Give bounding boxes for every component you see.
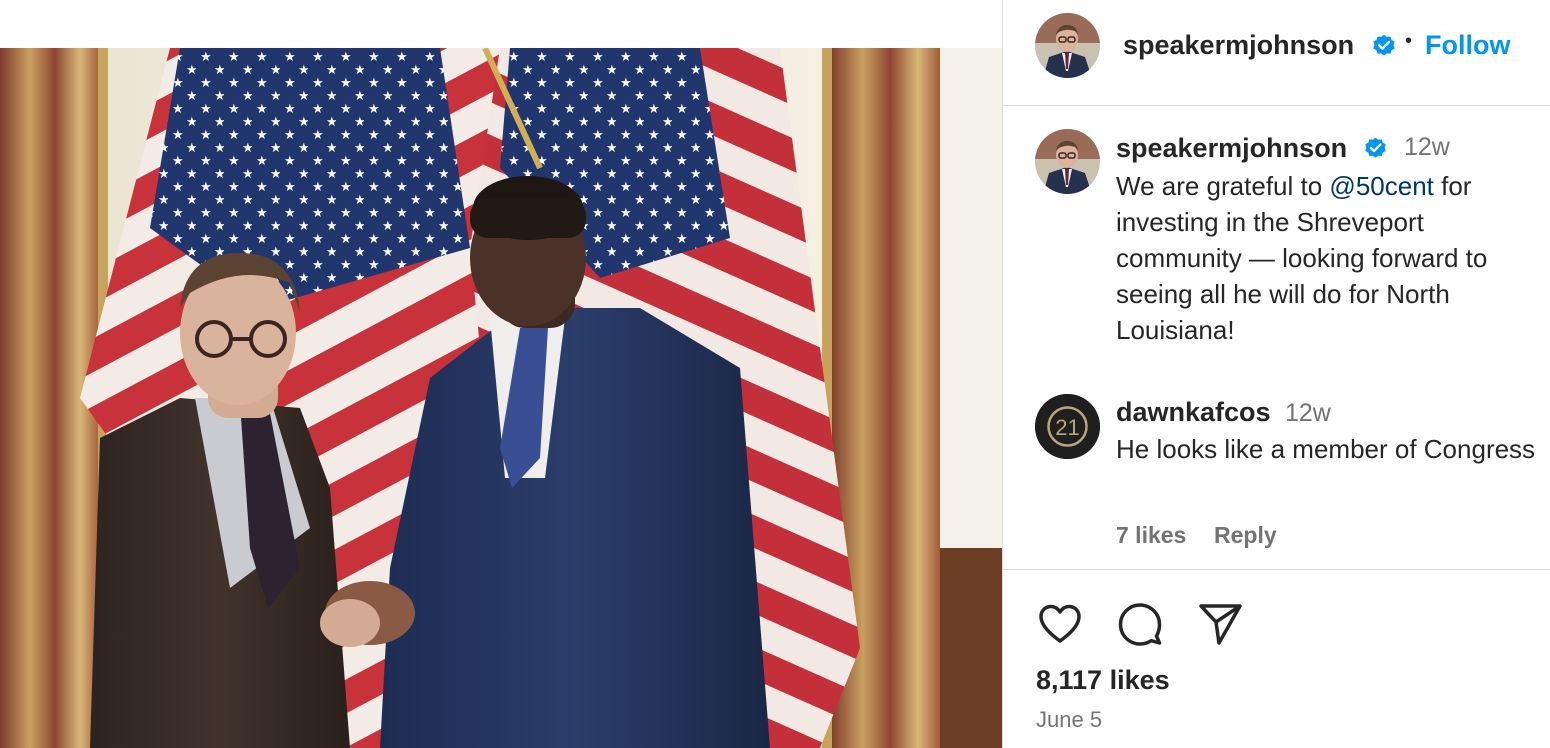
caption-text: We are grateful to @50cent for investing… [1116,168,1546,348]
verified-badge-icon [1365,137,1386,158]
comment-reply-button[interactable]: Reply [1214,522,1277,549]
author-avatar[interactable] [1035,13,1100,78]
heart-icon[interactable] [1036,600,1084,648]
post-header: speakermjohnson • Follow [1003,0,1550,106]
post-side-panel: speakermjohnson • Follow speakermjohnson [1003,0,1550,748]
paper-plane-icon[interactable] [1196,600,1244,648]
author-username[interactable]: speakermjohnson [1123,30,1354,61]
comment-text: He looks like a member of Congress [1116,434,1536,464]
actions-divider [1003,569,1550,570]
caption-text-before: We are grateful to [1116,171,1330,201]
verified-badge-icon [1373,34,1395,56]
commenter-avatar-text: 21 [1055,415,1079,440]
caption-author-username[interactable]: speakermjohnson [1116,133,1347,164]
post-photo[interactable]: ★ ★ [0,48,1002,748]
post-date[interactable]: June 5 [1036,707,1102,733]
comment-likes[interactable]: 7 likes [1116,522,1186,549]
post-like-count[interactable]: 8,117 likes [1036,665,1170,696]
header-separator: • [1405,30,1413,52]
commenter-avatar[interactable]: 21 [1035,394,1100,459]
commenter-username[interactable]: dawnkafcos [1116,397,1271,428]
mention-link[interactable]: @50cent [1329,171,1433,201]
caption-author-avatar[interactable] [1035,129,1100,194]
comment-bubble-icon[interactable] [1116,600,1164,648]
caption-timestamp[interactable]: 12w [1404,133,1450,162]
post-media-pane: ★ ★ [0,0,1002,748]
comment-timestamp[interactable]: 12w [1285,399,1331,428]
follow-button[interactable]: Follow [1425,30,1510,61]
